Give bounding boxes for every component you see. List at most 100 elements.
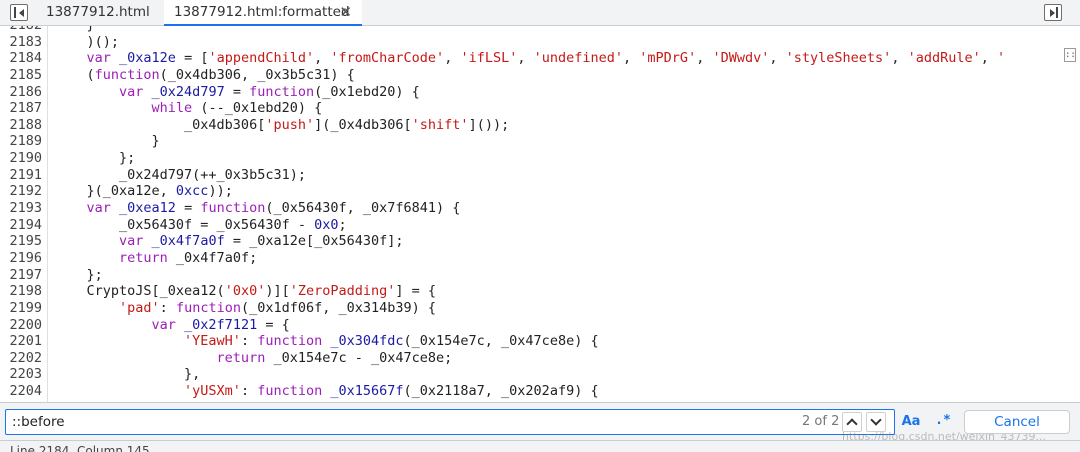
code-token: _0x24d797	[151, 83, 225, 100]
code-token: var	[54, 200, 120, 217]
code-line[interactable]: 2194 _0x56430f = _0x56430f - 0x0;	[0, 217, 1080, 234]
chevron-up-icon	[846, 418, 858, 430]
code-line[interactable]: 2203 },	[0, 366, 1080, 383]
line-number: 2184	[9, 50, 42, 67]
line-number: 2195	[9, 233, 42, 250]
search-input[interactable]: ::before 2 of 2 https://blog.csdn.net/we…	[5, 409, 1046, 443]
code-token: (_0x2118a7, _0x202af9) {	[403, 383, 599, 400]
code-line[interactable]: 2196 return _0x4f7a0f;	[0, 250, 1080, 267]
code-line[interactable]: 2188 _0x4db306['push'](_0x4db306['shift'…	[0, 117, 1080, 134]
code-token: function	[200, 200, 266, 217]
code-token: var	[54, 316, 185, 333]
code-token: = [	[175, 50, 209, 67]
code-line[interactable]: 2204 'yUSXm': function _0x15667f(_0x2118…	[0, 383, 1080, 400]
code-editor[interactable]: 2182 }2183 )();2184 var _0xa12e = ['appe…	[0, 26, 1080, 402]
code-token: }	[54, 133, 160, 150]
code-token: 'ifLSL'	[460, 50, 518, 67]
code-token: ,	[891, 50, 908, 67]
code-token: ,	[769, 50, 786, 67]
code-text: var _0xa12e = ['appendChild', 'fromCharC…	[54, 50, 1006, 67]
code-line[interactable]: 2183 )();	[0, 34, 1080, 51]
code-token: _0x24d797(++_0x3b5c31);	[54, 166, 306, 183]
code-token: },	[54, 366, 201, 383]
code-line[interactable]: 2182 }	[0, 26, 1080, 34]
code-text: var _0x4f7a0f = _0xa12e[_0x56430f];	[54, 233, 404, 250]
code-token: function	[249, 83, 315, 100]
code-token: 'mPDrG'	[639, 50, 697, 67]
tab-file-formatted-label: 13877912.html:formatted	[174, 4, 350, 20]
code-token: };	[54, 266, 103, 283]
code-token: _0x154e7c - _0x47ce8e;	[273, 349, 453, 366]
code-line[interactable]: 2187 while (--_0x1ebd20) {	[0, 100, 1080, 117]
code-line[interactable]: 2185 (function(_0x4db306, _0x3b5c31) {	[0, 67, 1080, 84]
code-token: return	[54, 349, 274, 366]
code-text: return _0x154e7c - _0x47ce8e;	[54, 349, 453, 367]
line-number: 2199	[9, 299, 42, 316]
code-line[interactable]: 2189 }	[0, 133, 1080, 150]
code-token: 'addRule'	[907, 50, 981, 67]
code-token: _0x4f7a0f;	[175, 249, 258, 266]
code-text: while (--_0x1ebd20) {	[54, 100, 323, 117]
chevron-down-icon	[870, 414, 882, 426]
tab-file[interactable]: 13877912.html	[36, 0, 162, 26]
code-token: ,	[696, 50, 713, 67]
code-token: ]());	[468, 116, 510, 133]
code-line[interactable]: 2186 var _0x24d797 = function(_0x1ebd20)…	[0, 84, 1080, 101]
code-token: _0x2f7121	[184, 316, 258, 333]
code-token: ,	[980, 50, 997, 67]
code-token: _0x4f7a0f	[151, 233, 225, 250]
panel-left-icon[interactable]	[10, 4, 28, 21]
panel-right-icon[interactable]	[1044, 4, 1062, 21]
code-token: :	[240, 333, 258, 350]
code-text: 'YEawH': function _0x304fdc(_0x154e7c, _…	[54, 333, 599, 350]
match-case-button[interactable]: Aa	[900, 411, 922, 433]
search-query: ::before	[12, 414, 65, 430]
regex-button[interactable]: .*	[933, 411, 953, 433]
code-token: 0x0	[314, 216, 339, 233]
code-text: 'yUSXm': function _0x15667f(_0x2118a7, _…	[54, 383, 599, 400]
line-number: 2185	[9, 66, 42, 83]
tab-file-formatted[interactable]: 13877912.html:formatted ✕	[164, 0, 362, 26]
code-token: 'push'	[265, 116, 315, 133]
code-token: '	[997, 50, 1006, 67]
code-token: return	[54, 249, 176, 266]
code-token: _0x15667f	[330, 383, 404, 400]
code-token: function	[257, 333, 331, 350]
code-line[interactable]: 2190 };	[0, 150, 1080, 167]
code-line[interactable]: 2197 };	[0, 267, 1080, 284]
code-token: (_0x56430f, _0x7f6841) {	[265, 200, 461, 217]
code-line[interactable]: 2202 return _0x154e7c - _0x47ce8e;	[0, 350, 1080, 367]
code-token: function	[175, 299, 241, 316]
code-token: '0x0'	[224, 283, 266, 300]
code-line[interactable]: 2193 var _0xea12 = function(_0x56430f, _…	[0, 200, 1080, 217]
code-token: ,	[517, 50, 534, 67]
code-line[interactable]: 2184 var _0xa12e = ['appendChild', 'from…	[0, 50, 1080, 67]
code-text: var _0x24d797 = function(_0x1ebd20) {	[54, 84, 420, 101]
code-text: )();	[54, 34, 120, 51]
code-token: }	[54, 26, 95, 33]
code-line[interactable]: 2198 CryptoJS[_0xea12('0x0')]['ZeroPaddi…	[0, 283, 1080, 300]
code-text: };	[54, 150, 135, 167]
code-token: (_0x4db306, _0x3b5c31) {	[159, 66, 355, 83]
close-icon[interactable]: ✕	[339, 0, 352, 24]
next-match-button[interactable]	[866, 412, 886, 432]
code-line[interactable]: 2191 _0x24d797(++_0x3b5c31);	[0, 167, 1080, 184]
code-token: 'YEawH'	[54, 333, 241, 350]
code-line[interactable]: 2195 var _0x4f7a0f = _0xa12e[_0x56430f];	[0, 233, 1080, 250]
code-token: CryptoJS[_0xea12(	[54, 283, 225, 300]
code-text: }	[54, 133, 160, 150]
code-token: (--_0x1ebd20) {	[200, 100, 323, 117]
code-line[interactable]: 2199 'pad': function(_0x1df06f, _0x314b3…	[0, 300, 1080, 317]
code-token: function	[94, 66, 160, 83]
code-line[interactable]: 2200 var _0x2f7121 = {	[0, 317, 1080, 334]
code-token: 0xcc	[175, 183, 209, 200]
cancel-button[interactable]: Cancel	[964, 410, 1070, 434]
code-line[interactable]: 2192 }(_0xa12e, 0xcc));	[0, 183, 1080, 200]
code-token: :	[159, 299, 176, 316]
code-token: ] = {	[395, 283, 437, 300]
overflow-indicator-icon: ::	[1064, 48, 1076, 62]
previous-match-button[interactable]	[842, 412, 862, 432]
code-token: =	[224, 83, 250, 100]
code-text: }(_0xa12e, 0xcc));	[54, 183, 233, 200]
code-line[interactable]: 2201 'YEawH': function _0x304fdc(_0x154e…	[0, 333, 1080, 350]
